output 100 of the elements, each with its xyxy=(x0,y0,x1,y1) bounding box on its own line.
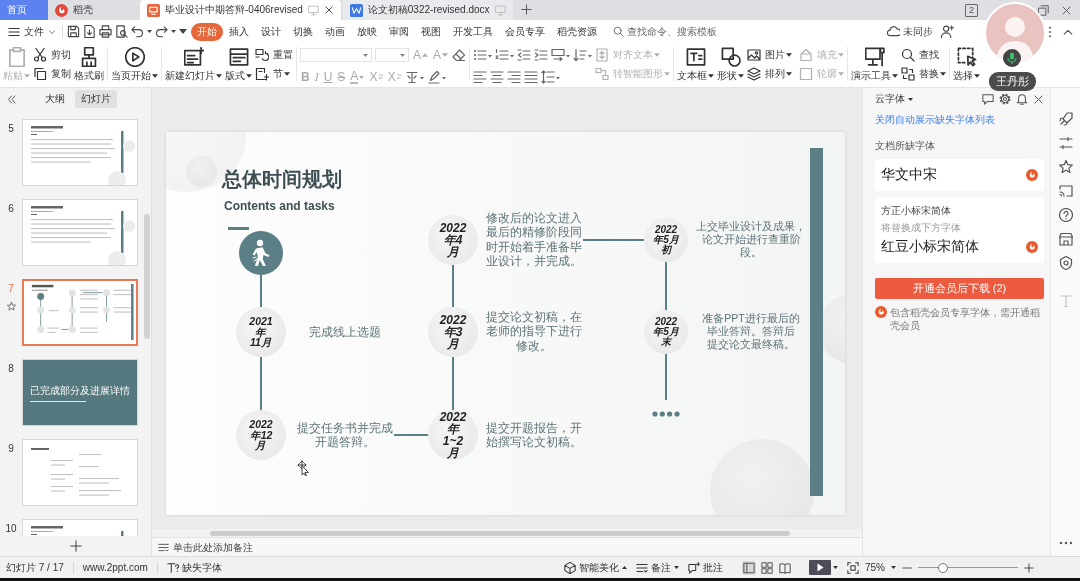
outdent-icon[interactable] xyxy=(517,48,532,62)
section-button[interactable]: 节 xyxy=(255,66,293,82)
sort-icon[interactable] xyxy=(573,48,593,62)
slide-thumbnail[interactable] xyxy=(22,199,138,266)
font-source-dropdown[interactable]: 云字体 xyxy=(875,92,913,106)
text-effect-icon[interactable] xyxy=(405,70,425,84)
picture-button[interactable]: 图片 xyxy=(747,47,793,63)
shapes-button[interactable]: 形状 xyxy=(717,46,745,84)
slide-thumbnail[interactable] xyxy=(22,439,138,506)
panel-tab[interactable]: 幻灯片 xyxy=(75,90,117,108)
ribbon-tab[interactable]: 插入 xyxy=(223,22,255,41)
file-menu-button[interactable]: 文件 xyxy=(6,22,58,41)
ribbon-tab[interactable]: 切换 xyxy=(287,22,319,41)
search-field[interactable]: 查找命令、搜索模板 xyxy=(627,26,719,37)
close-icon[interactable] xyxy=(1061,4,1072,16)
play-icon[interactable] xyxy=(809,560,831,575)
ribbon-tab[interactable]: 开发工具 xyxy=(447,22,499,41)
user-avatar[interactable] xyxy=(984,2,1046,64)
star-icon[interactable] xyxy=(1058,160,1073,174)
add-slide-icon[interactable] xyxy=(69,540,82,552)
indent-icon[interactable] xyxy=(534,48,549,62)
plus-icon[interactable] xyxy=(520,4,532,15)
notes-field[interactable]: 单击此处添加备注 xyxy=(173,541,257,553)
close-icon[interactable] xyxy=(323,5,334,15)
notes-button[interactable]: 备注 xyxy=(636,560,679,575)
restore-window-icon[interactable] xyxy=(1038,4,1049,16)
highlighter-icon[interactable] xyxy=(427,70,447,84)
copy-button[interactable]: 复制 xyxy=(33,66,71,82)
font-size-field[interactable] xyxy=(375,48,409,62)
panel-tab[interactable]: 大纲 xyxy=(39,90,71,108)
sliders-icon[interactable] xyxy=(1058,136,1073,150)
scrollbar-thumb[interactable] xyxy=(144,214,150,339)
help-icon[interactable] xyxy=(1058,208,1073,222)
ribbon-tab[interactable]: 稻壳资源 xyxy=(551,22,603,41)
ribbon-tab[interactable]: 动画 xyxy=(319,22,351,41)
align-right-icon[interactable] xyxy=(507,70,522,84)
arrange-button[interactable]: 排列 xyxy=(747,66,793,82)
align-center-icon[interactable] xyxy=(490,70,505,84)
file-tab[interactable]: 论文初稿0322-revised.docx xyxy=(342,0,513,20)
cast-screen-icon[interactable] xyxy=(1058,184,1073,198)
zoom-slider[interactable] xyxy=(918,562,1018,573)
reset-button[interactable]: 重置 xyxy=(255,47,293,63)
ribbon-tab[interactable]: 放映 xyxy=(351,22,383,41)
eraser-icon[interactable] xyxy=(452,48,467,62)
print-icon[interactable] xyxy=(99,25,112,38)
file-tab[interactable]: 毕业设计中期答辩-0406revised xyxy=(140,0,341,20)
rocket-icon[interactable] xyxy=(1058,112,1073,126)
text-direction-icon[interactable] xyxy=(551,48,571,62)
numbered-list-icon[interactable] xyxy=(495,48,515,62)
bullet-list-icon[interactable] xyxy=(473,48,493,62)
undo-icon[interactable] xyxy=(131,25,144,38)
view-button[interactable] xyxy=(760,560,774,575)
collapse-panel-icon[interactable] xyxy=(6,93,17,105)
cut-button[interactable]: 剪切 xyxy=(33,47,71,63)
new-slide-button[interactable]: 新建幻灯片 xyxy=(165,46,222,84)
print-preview-icon[interactable] xyxy=(115,25,128,38)
window-count-button[interactable]: 2 xyxy=(965,3,978,17)
select-button[interactable]: 选择 xyxy=(953,46,981,84)
view-button[interactable] xyxy=(778,560,792,575)
find-button[interactable]: 查找 xyxy=(901,47,947,63)
layout-button[interactable]: 版式 xyxy=(225,46,252,84)
ribbon-tab[interactable]: 视图 xyxy=(415,22,447,41)
play-from-current-button[interactable]: 当页开始 xyxy=(111,46,158,84)
save-icon[interactable] xyxy=(67,25,80,38)
sync-status-button[interactable]: 未同步 xyxy=(887,24,933,39)
app-tab[interactable]: 稻壳 xyxy=(48,0,140,20)
beautify-button[interactable]: 智能美化 xyxy=(564,560,627,575)
home-tab[interactable]: 首页 xyxy=(0,0,48,20)
replace-button[interactable]: 替换 xyxy=(901,66,947,82)
justify-icon[interactable] xyxy=(524,70,539,84)
shield-icon[interactable] xyxy=(1058,256,1073,270)
comments-button[interactable]: 批注 xyxy=(688,560,723,575)
align-left-icon[interactable] xyxy=(473,70,488,84)
slide-thumbnail[interactable]: 已完成部分及进展详情 xyxy=(22,359,138,426)
person-add-icon[interactable] xyxy=(941,25,954,38)
view-button[interactable] xyxy=(742,560,756,575)
font-name-field[interactable] xyxy=(300,48,372,62)
chat-icon[interactable] xyxy=(982,93,994,105)
scrollbar-thumb[interactable] xyxy=(210,530,790,536)
store-icon[interactable] xyxy=(1058,232,1073,246)
text-box-button[interactable]: 文本框 xyxy=(677,46,715,84)
fit-window-icon[interactable] xyxy=(847,561,859,574)
settings-icon[interactable] xyxy=(999,93,1011,105)
missing-fonts-button[interactable]: 缺失字体 xyxy=(166,560,222,575)
presenter-tools-button[interactable]: 演示工具 xyxy=(851,46,899,84)
zoom-in-icon[interactable] xyxy=(1024,562,1034,573)
hide-list-link[interactable]: 关闭自动展示缺失字体列表 xyxy=(875,113,1044,127)
slide-thumbnail[interactable] xyxy=(22,279,138,346)
slider-thumb[interactable] xyxy=(938,562,948,573)
slide-thumbnail[interactable] xyxy=(22,119,138,186)
ribbon-tab[interactable]: 审阅 xyxy=(383,22,415,41)
line-spacing-icon[interactable] xyxy=(541,70,561,84)
ribbon-tab[interactable]: 设计 xyxy=(255,22,287,41)
microphone-icon[interactable] xyxy=(1003,49,1021,67)
bell-icon[interactable] xyxy=(1016,93,1028,105)
export-icon[interactable] xyxy=(83,25,96,38)
close-icon[interactable] xyxy=(1033,93,1044,105)
format-painter-button[interactable]: 格式刷 xyxy=(74,46,104,84)
redo-icon[interactable] xyxy=(155,25,168,38)
ribbon-tab[interactable]: 会员专享 xyxy=(499,22,551,41)
